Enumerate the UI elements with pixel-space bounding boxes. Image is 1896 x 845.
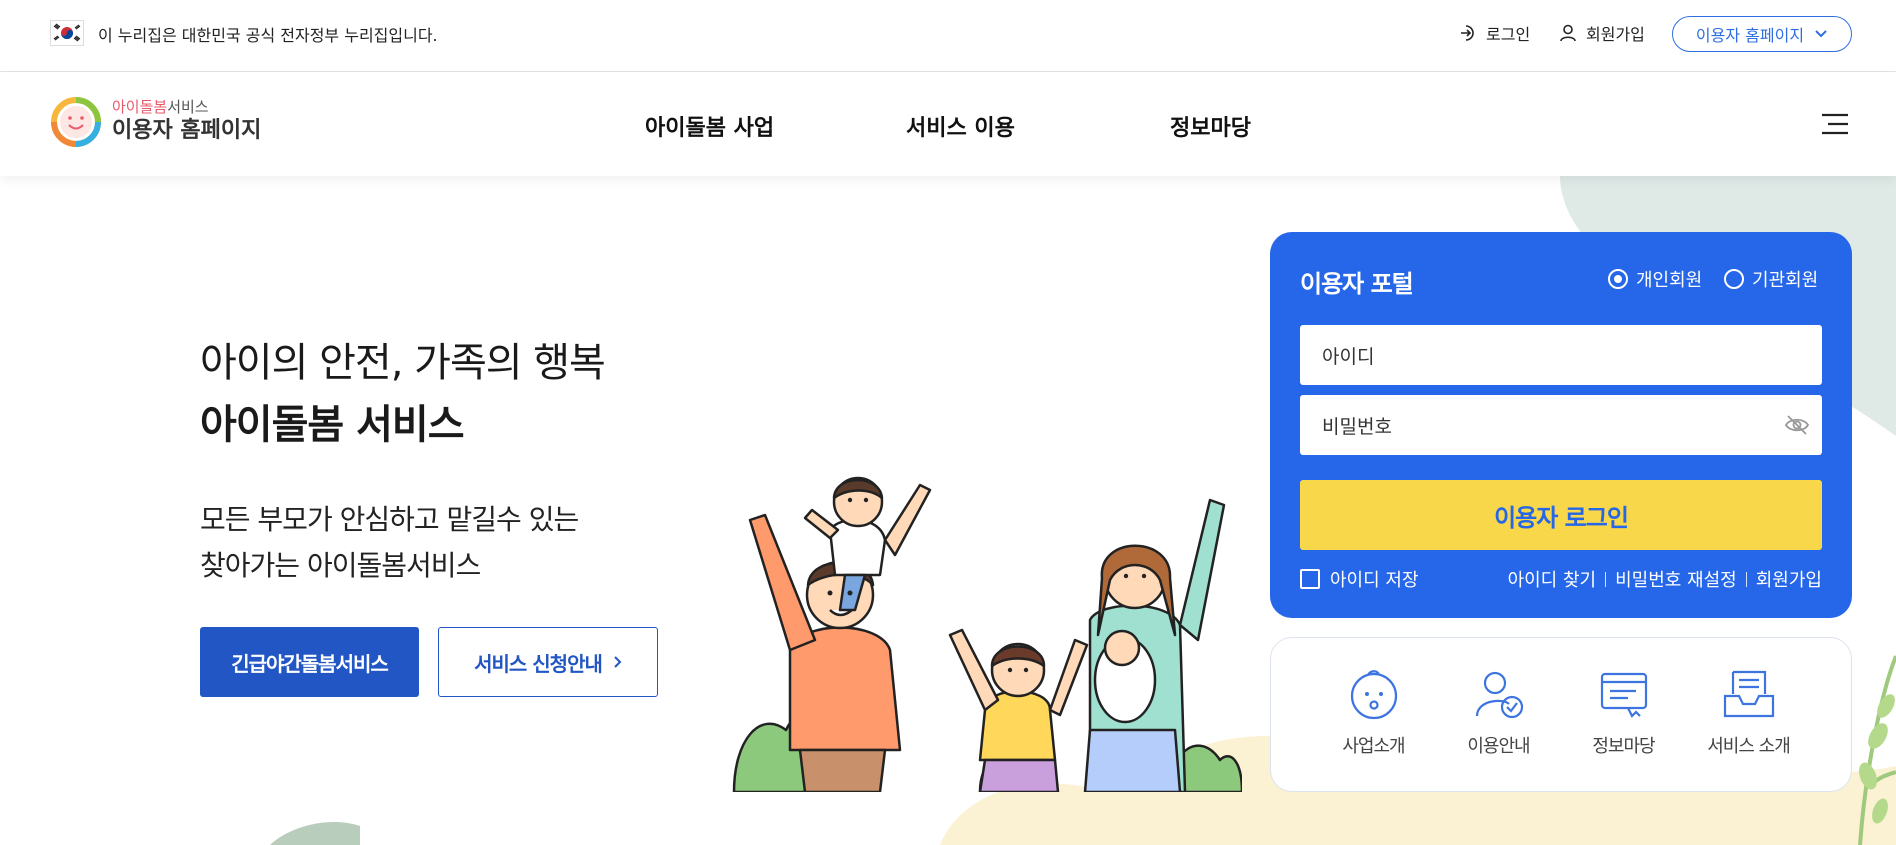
nav-item-info[interactable]: 정보마당: [1170, 110, 1251, 142]
password-input[interactable]: 비밀번호: [1300, 395, 1822, 455]
site-select-label: 이용자 홈페이지: [1695, 26, 1805, 45]
user-check-icon: [1475, 671, 1523, 719]
document-icon: [1600, 672, 1647, 718]
gov-banner: 이 누리집은 대한민국 공식 전자정부 누리집입니다. 로그인 회원가입 이용자…: [0, 0, 1896, 72]
quick-menu-label: 정보마당: [1592, 736, 1655, 757]
account-links: 아이디 찾기 비밀번호 재설정 회원가입: [1508, 566, 1822, 592]
quick-menu-label: 사업소개: [1342, 736, 1405, 757]
chevron-right-icon: [614, 656, 622, 668]
service-application-guide-button[interactable]: 서비스 신청안내: [438, 627, 658, 697]
logo-title: 이용자 홈페이지: [112, 118, 262, 143]
hero-title: 아이돌봄 서비스: [200, 402, 465, 448]
site-header: 아이돌봄서비스 이용자 홈페이지 아이돌봄 사업 서비스 이용 정보마당: [0, 72, 1896, 176]
baby-face-icon: [1350, 670, 1397, 720]
logo-subtitle-highlight: 아이돌봄: [112, 98, 168, 116]
user-id-placeholder: 아이디: [1322, 345, 1375, 368]
hero-headline: 아이의 안전, 가족의 행복: [200, 340, 606, 386]
radio-personal-member[interactable]: 개인회원: [1608, 266, 1702, 292]
user-icon: [1560, 24, 1576, 42]
radio-checked-icon: [1608, 269, 1628, 289]
util-join-label: 회원가입: [1586, 25, 1645, 44]
nav-item-service[interactable]: 서비스 이용: [906, 110, 1015, 142]
util-login-label: 로그인: [1486, 25, 1531, 44]
hero-description-line1: 모든 부모가 안심하고 맡길수 있는: [200, 503, 579, 536]
service-application-guide-label: 서비스 신청안내: [474, 651, 603, 676]
save-id-label: 아이디 저장: [1330, 570, 1419, 591]
site-logo[interactable]: 아이돌봄서비스 이용자 홈페이지: [50, 96, 261, 148]
quick-menu: 사업소개 이용안내 정보마당 서비스 소개: [1270, 637, 1852, 792]
util-login-link[interactable]: 로그인: [1458, 0, 1530, 66]
quick-menu-info[interactable]: 정보마당: [1569, 638, 1679, 791]
link-divider: [1745, 571, 1747, 587]
find-id-link[interactable]: 아이디 찾기: [1508, 566, 1597, 592]
site-select-dropdown[interactable]: 이용자 홈페이지: [1672, 16, 1852, 52]
hero-description-line2: 찾아가는 아이돌봄서비스: [200, 549, 481, 582]
family-illustration: [732, 476, 1242, 792]
inbox-tray-icon: [1723, 670, 1774, 718]
quick-menu-label: 서비스 소개: [1707, 736, 1791, 757]
hamburger-menu-icon[interactable]: [1820, 112, 1850, 136]
user-login-portal: 이용자 포털 개인회원 기관회원 아이디 비밀번호 이용자 로그인 아이디 저장…: [1270, 232, 1852, 618]
nav-item-business[interactable]: 아이돌봄 사업: [645, 110, 774, 142]
save-id-checkbox[interactable]: 아이디 저장: [1300, 566, 1419, 592]
radio-unchecked-icon: [1724, 269, 1744, 289]
eye-slash-icon[interactable]: [1784, 413, 1810, 437]
reset-password-link[interactable]: 비밀번호 재설정: [1615, 566, 1737, 592]
quick-menu-service-intro[interactable]: 서비스 소개: [1694, 638, 1804, 791]
chevron-down-icon: [1815, 30, 1827, 38]
user-login-button[interactable]: 이용자 로그인: [1300, 480, 1822, 550]
portal-title: 이용자 포털: [1300, 270, 1414, 298]
logo-subtitle: 아이돌봄서비스: [112, 98, 261, 116]
quick-menu-usage-guide[interactable]: 이용안내: [1444, 638, 1554, 791]
smiley-logo-icon: [51, 97, 101, 147]
korea-flag-icon: [50, 20, 84, 46]
util-join-link[interactable]: 회원가입: [1558, 0, 1645, 66]
password-placeholder: 비밀번호: [1322, 415, 1392, 438]
logo-subtitle-rest: 서비스: [167, 98, 209, 116]
gov-banner-text: 이 누리집은 대한민국 공식 전자정부 누리집입니다.: [98, 26, 438, 45]
join-link[interactable]: 회원가입: [1756, 566, 1822, 592]
radio-personal-label: 개인회원: [1636, 270, 1703, 291]
quick-menu-business-intro[interactable]: 사업소개: [1319, 638, 1429, 791]
quick-menu-label: 이용안내: [1467, 736, 1530, 757]
checkbox-icon: [1300, 569, 1320, 589]
radio-organization-member[interactable]: 기관회원: [1724, 266, 1818, 292]
link-divider: [1605, 571, 1607, 587]
emergency-night-care-button[interactable]: 긴급야간돌봄서비스: [200, 627, 419, 697]
radio-organization-label: 기관회원: [1752, 270, 1819, 291]
user-id-input[interactable]: 아이디: [1300, 325, 1822, 385]
login-icon: [1461, 25, 1474, 41]
